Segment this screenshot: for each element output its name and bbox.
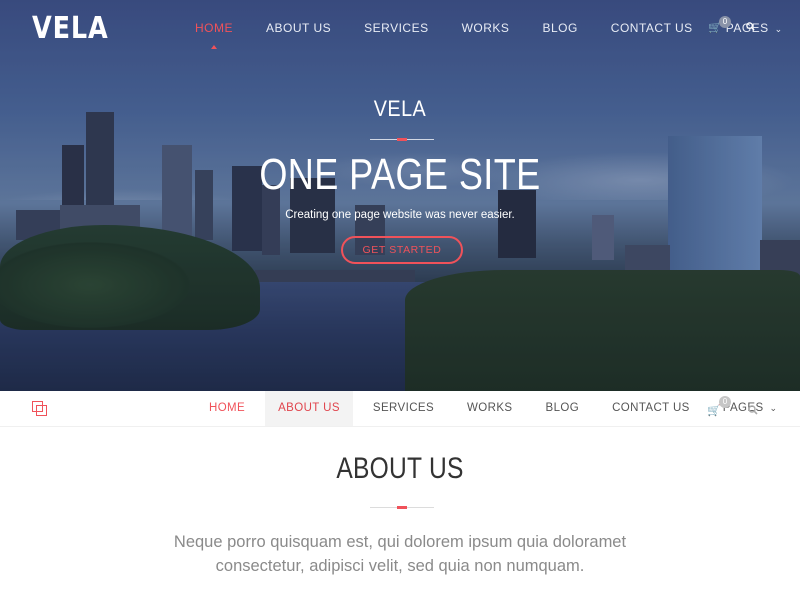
sticky-nav-home[interactable]: HOME [196, 391, 258, 426]
hero-subtitle: VELA [373, 96, 427, 121]
sticky-nav-blog[interactable]: BLOG [533, 391, 593, 426]
cart-count-badge: 0 [719, 16, 731, 28]
brand-logo[interactable]: VELA [32, 12, 109, 46]
about-divider [370, 506, 434, 509]
hero-section: VELA HOME ABOUT US SERVICES WORKS BLOG C… [0, 0, 800, 391]
chevron-down-icon: ⌄ [769, 403, 778, 413]
nav-home[interactable]: HOME [195, 21, 233, 49]
nav-works[interactable]: WORKS [462, 21, 510, 35]
hero-divider [370, 138, 434, 141]
nav-services[interactable]: SERVICES [364, 21, 428, 35]
chevron-down-icon: ⌄ [774, 24, 783, 34]
nav-contact-us[interactable]: CONTACT US [611, 21, 693, 35]
get-started-button[interactable]: GET STARTED [341, 236, 463, 264]
nav-about-us[interactable]: ABOUT US [266, 21, 331, 35]
search-icon[interactable] [748, 405, 758, 415]
divider-accent [397, 506, 407, 509]
sticky-nav-services[interactable]: SERVICES [360, 391, 447, 426]
divider-accent [397, 138, 407, 141]
sticky-nav-works[interactable]: WORKS [454, 391, 525, 426]
search-icon[interactable] [746, 22, 755, 31]
sticky-nav-contact-us[interactable]: CONTACT US [599, 391, 703, 426]
sticky-navigation: HOME ABOUT US SERVICES WORKS BLOG CONTAC… [0, 391, 800, 427]
cart-count-badge: 0 [719, 396, 731, 408]
hero-title: ONE PAGE SITE [259, 150, 541, 199]
about-title: ABOUT US [336, 452, 464, 485]
overlapping-squares-icon-part [36, 405, 47, 416]
sticky-nav-about-us[interactable]: ABOUT US [265, 391, 353, 426]
hero-tagline: Creating one page website was never easi… [285, 209, 515, 221]
nav-blog[interactable]: BLOG [542, 21, 577, 35]
cart-icon[interactable]: 🛒 [707, 404, 721, 417]
about-text: Neque porro quisquam est, qui dolorem ip… [173, 533, 627, 575]
